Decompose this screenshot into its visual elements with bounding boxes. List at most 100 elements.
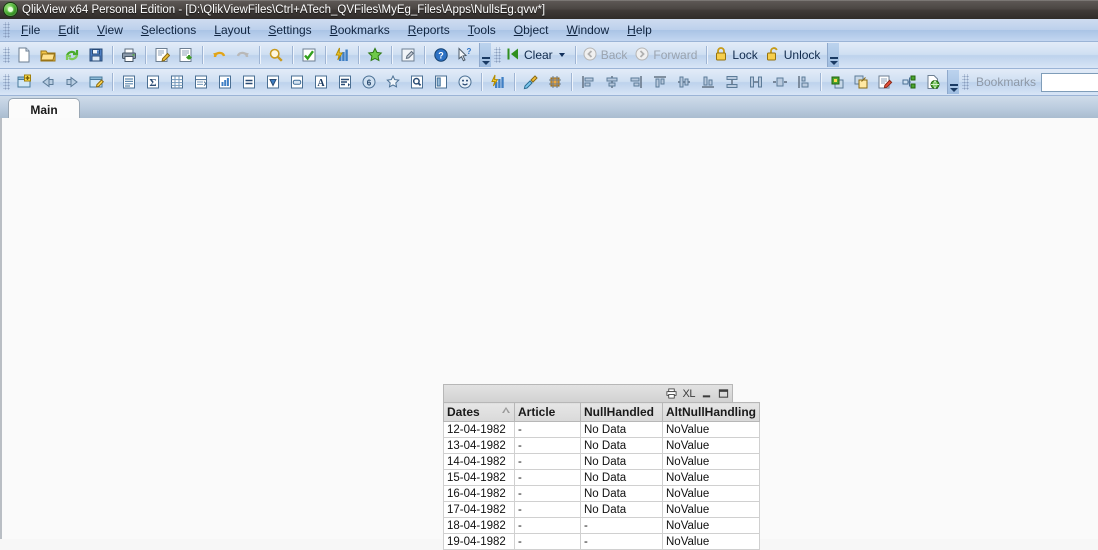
menu-reports[interactable]: Reports — [399, 20, 459, 40]
quick-chart-icon[interactable] — [331, 44, 353, 66]
align-top-icon[interactable] — [649, 71, 671, 93]
cell-article[interactable]: - — [514, 501, 581, 518]
cell-article[interactable]: - — [514, 533, 581, 550]
menu-layout[interactable]: Layout — [205, 20, 259, 40]
cell-nullhandled[interactable]: No Data — [580, 421, 663, 438]
chart-wizard-icon[interactable] — [487, 71, 509, 93]
list-box-icon[interactable] — [118, 71, 140, 93]
cell-nullhandled[interactable]: No Data — [580, 453, 663, 470]
menu-window[interactable]: Window — [557, 20, 618, 40]
save-icon[interactable] — [85, 44, 107, 66]
cell-dates[interactable]: 16-04-1982 — [443, 485, 515, 502]
chevron-down-icon[interactable] — [558, 53, 565, 57]
cell-dates[interactable]: 13-04-1982 — [443, 437, 515, 454]
input-box-icon[interactable] — [238, 71, 260, 93]
print-icon[interactable] — [666, 388, 677, 399]
cell-dates[interactable]: 14-04-1982 — [443, 453, 515, 470]
maximize-icon[interactable] — [718, 388, 729, 399]
minimize-icon[interactable] — [701, 388, 712, 399]
cell-altnullhandling[interactable]: NoValue — [662, 501, 760, 518]
table-row[interactable]: 18-04-1982 - - NoValue — [443, 517, 760, 534]
table-row[interactable]: 15-04-1982 - No Data NoValue — [443, 469, 760, 486]
design-toolbar-grip-handle[interactable] — [3, 74, 10, 90]
menu-object[interactable]: Object — [505, 20, 558, 40]
move-to-front-icon[interactable] — [850, 71, 872, 93]
format-painter-icon[interactable] — [520, 71, 542, 93]
menu-file[interactable]: File — [12, 20, 49, 40]
favorite-icon[interactable] — [364, 44, 386, 66]
unlock-button[interactable]: Unlock — [763, 44, 826, 66]
menu-help[interactable]: Help — [618, 20, 661, 40]
space-horizontal-icon[interactable] — [745, 71, 767, 93]
chart-icon[interactable] — [214, 71, 236, 93]
menu-bookmarks[interactable]: Bookmarks — [321, 20, 399, 40]
cell-altnullhandling[interactable]: NoValue — [662, 485, 760, 502]
data-table[interactable]: Dates Article NullHandled AltNullHandlin… — [443, 402, 760, 550]
table-row[interactable]: 14-04-1982 - No Data NoValue — [443, 453, 760, 470]
cell-dates[interactable]: 17-04-1982 — [443, 501, 515, 518]
text-object-icon[interactable]: A — [310, 71, 332, 93]
table-caption-bar[interactable]: XL — [443, 384, 733, 402]
help-icon[interactable]: ? — [430, 44, 452, 66]
cell-altnullhandling[interactable]: NoValue — [662, 517, 760, 534]
menu-selections[interactable]: Selections — [132, 20, 205, 40]
new-sheet-icon[interactable] — [13, 71, 35, 93]
selections-toolbar-overflow[interactable] — [827, 43, 840, 67]
menu-edit[interactable]: Edit — [49, 20, 88, 40]
cell-nullhandled[interactable]: No Data — [580, 437, 663, 454]
forward-button[interactable]: Forward — [632, 44, 702, 66]
slider-calendar-icon[interactable] — [334, 71, 356, 93]
table-row[interactable]: 16-04-1982 - No Data NoValue — [443, 485, 760, 502]
current-selections-icon[interactable] — [298, 44, 320, 66]
cell-nullhandled[interactable]: No Data — [580, 501, 663, 518]
column-header-altnullhandling[interactable]: AltNullHandling — [662, 402, 760, 422]
cell-article[interactable]: - — [514, 485, 581, 502]
column-header-article[interactable]: Article — [514, 402, 581, 422]
table-row[interactable]: 13-04-1982 - No Data NoValue — [443, 437, 760, 454]
sheet-properties-icon[interactable] — [85, 71, 107, 93]
standard-toolbar-overflow[interactable] — [479, 43, 491, 67]
whats-this-icon[interactable]: ? — [454, 44, 476, 66]
clear-button[interactable]: Clear — [503, 44, 571, 66]
cell-nullhandled[interactable]: No Data — [580, 469, 663, 486]
reload-icon[interactable] — [61, 44, 83, 66]
cell-dates[interactable]: 12-04-1982 — [443, 421, 515, 438]
cell-dates[interactable]: 18-04-1982 — [443, 517, 515, 534]
web-publish-icon[interactable] — [922, 71, 944, 93]
bookmarks-toolbar-grip-handle[interactable] — [962, 74, 969, 90]
menu-settings[interactable]: Settings — [259, 20, 320, 40]
cell-dates[interactable]: 19-04-1982 — [443, 533, 515, 550]
button-icon[interactable] — [286, 71, 308, 93]
align-center-h-icon[interactable] — [601, 71, 623, 93]
align-left-icon[interactable] — [577, 71, 599, 93]
statistics-box-icon[interactable]: Σ — [142, 71, 164, 93]
align-right-icon[interactable] — [625, 71, 647, 93]
cell-article[interactable]: - — [514, 437, 581, 454]
space-vertical-icon[interactable] — [721, 71, 743, 93]
back-button[interactable]: Back — [580, 44, 633, 66]
align-center-v-icon[interactable] — [673, 71, 695, 93]
line-arrow-icon[interactable] — [430, 71, 452, 93]
cell-article[interactable]: - — [514, 517, 581, 534]
export-icon[interactable] — [175, 44, 197, 66]
table-row[interactable]: 17-04-1982 - No Data NoValue — [443, 501, 760, 518]
cell-nullhandled[interactable]: No Data — [580, 485, 663, 502]
cell-nullhandled[interactable]: - — [580, 517, 663, 534]
cell-altnullhandling[interactable]: NoValue — [662, 533, 760, 550]
table-row[interactable]: 12-04-1982 - No Data NoValue — [443, 421, 760, 438]
cell-altnullhandling[interactable]: NoValue — [662, 421, 760, 438]
container-icon[interactable] — [382, 71, 404, 93]
menu-view[interactable]: View — [88, 20, 132, 40]
column-header-nullhandled[interactable]: NullHandled — [580, 402, 663, 422]
search-object-icon[interactable] — [406, 71, 428, 93]
bookmark-object-icon[interactable]: 6 — [358, 71, 380, 93]
open-folder-icon[interactable] — [37, 44, 59, 66]
design-toolbar-overflow[interactable] — [947, 70, 959, 94]
cell-altnullhandling[interactable]: NoValue — [662, 437, 760, 454]
table-box-icon[interactable] — [190, 71, 212, 93]
menu-tools[interactable]: Tools — [459, 20, 505, 40]
edit-script-icon[interactable] — [151, 44, 173, 66]
menu-grip-handle[interactable] — [3, 22, 10, 38]
cell-altnullhandling[interactable]: NoValue — [662, 469, 760, 486]
multi-box-icon[interactable] — [166, 71, 188, 93]
